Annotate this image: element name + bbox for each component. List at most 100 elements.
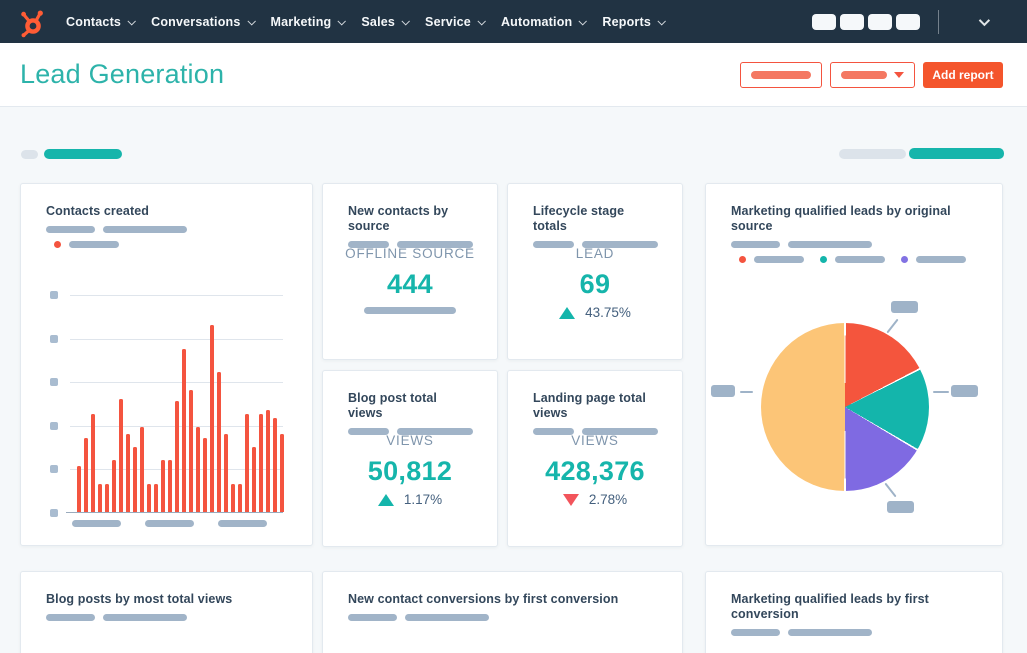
y-axis-tick-placeholders <box>50 291 58 517</box>
delta-percent: 43.75% <box>585 305 631 320</box>
arrow-up-icon <box>377 493 394 506</box>
bar <box>273 418 277 512</box>
nav-item-sales[interactable]: Sales <box>361 14 410 29</box>
toolbar-icon[interactable] <box>812 13 836 30</box>
lead-generation-dashboard: Contacts Conversations Marketing Sales Servi… <box>0 0 1027 653</box>
header-actions: Add report <box>740 61 1003 88</box>
nav-item-label: Sales <box>361 14 396 29</box>
bar <box>189 389 193 512</box>
page-header: Lead Generation Add report <box>0 43 1027 107</box>
card-title: New contacts by source <box>348 204 449 233</box>
delta-percent: 1.17% <box>403 492 443 507</box>
caret-down-icon <box>894 71 904 78</box>
legend-dot <box>820 256 827 263</box>
add-report-button[interactable]: Add report <box>923 61 1003 88</box>
bar <box>147 483 151 512</box>
chevron-down-icon <box>401 16 410 26</box>
card-title: Marketing qualified leads by original so… <box>731 204 951 233</box>
card-subtitle-placeholder <box>46 226 288 233</box>
card-contacts-created: Contacts created <box>20 183 313 546</box>
card-title: Marketing qualified leads by first conve… <box>731 592 929 621</box>
bar <box>98 483 102 512</box>
date-filter-pill[interactable] <box>44 149 122 159</box>
button-label-placeholder <box>841 70 887 79</box>
bar <box>203 437 207 512</box>
contacts-created-bar-chart <box>66 294 284 513</box>
card-title: Contacts created <box>46 204 150 218</box>
filter-action-pill[interactable] <box>909 148 1004 159</box>
pie-callout-line <box>884 482 897 498</box>
filter-placeholder-pill[interactable] <box>839 149 906 159</box>
bar <box>224 433 228 512</box>
stat-value: 69 <box>579 269 611 299</box>
legend-label-placeholder <box>754 256 804 263</box>
button-label-placeholder <box>751 70 811 79</box>
hubspot-logo-icon[interactable] <box>14 5 48 39</box>
chevron-down-icon <box>578 16 588 26</box>
y-axis-tick-placeholder <box>50 465 58 474</box>
nav-item-automation[interactable]: Automation <box>501 15 588 29</box>
bar <box>112 459 116 512</box>
pie-callout-label-placeholder <box>887 501 914 513</box>
nav-right-toolbar <box>808 9 1015 34</box>
y-axis-tick-placeholder <box>50 291 58 299</box>
nav-item-marketing[interactable]: Marketing <box>271 15 347 29</box>
stat-label: VIEWS <box>571 433 619 448</box>
toolbar-icon[interactable] <box>868 13 892 30</box>
subtitle-bar <box>46 614 95 621</box>
card-new-contacts-by-source: New contacts by source OFFLINE SOURCE 44… <box>322 183 498 360</box>
nav-item-service[interactable]: Service <box>425 15 486 29</box>
delta-percent: 2.78% <box>588 492 628 507</box>
mql-pie-chart <box>761 323 929 491</box>
toolbar-icon[interactable] <box>840 13 864 30</box>
nav-item-reports[interactable]: Reports <box>602 15 666 29</box>
bar <box>168 459 172 512</box>
legend-item <box>901 256 966 263</box>
bar-series <box>77 294 284 512</box>
nav-divider <box>938 9 939 34</box>
card-blog-posts-by-most-total-views: Blog posts by most total views <box>20 571 313 653</box>
bar <box>245 413 249 512</box>
page-title: Lead Generation <box>20 59 225 89</box>
dashboard-actions-dropdown[interactable] <box>830 61 915 88</box>
arrow-down-icon <box>562 493 579 506</box>
dashboard-action-button[interactable] <box>740 61 822 88</box>
pie-callout-label-placeholder <box>891 301 918 313</box>
pie-chart-legend <box>739 256 978 263</box>
subtitle-bar <box>731 629 780 636</box>
legend-item <box>739 256 804 263</box>
nav-item-label: Conversations <box>151 14 241 29</box>
subtitle-bar <box>348 614 397 621</box>
bar <box>91 413 95 512</box>
stat-value: 444 <box>387 269 433 299</box>
stat-delta: 1.17% <box>323 492 497 507</box>
filter-placeholder-pill[interactable] <box>21 150 38 159</box>
stat-delta: 43.75% <box>508 305 682 320</box>
nav-item-conversations[interactable]: Conversations <box>151 14 256 29</box>
toolbar-icon[interactable] <box>896 13 920 30</box>
nav-item-contacts[interactable]: Contacts <box>66 15 137 29</box>
legend-label-placeholder <box>916 256 966 263</box>
y-axis-tick-placeholder <box>50 509 58 517</box>
subtitle-bar <box>46 226 95 233</box>
subtitle-bar <box>788 241 872 248</box>
stat-label: LEAD <box>575 246 615 261</box>
account-chevron-down-icon[interactable] <box>978 14 991 26</box>
subtitle-bar <box>103 226 187 233</box>
bar <box>238 483 242 512</box>
bar <box>119 398 123 512</box>
card-subtitle-placeholder <box>731 241 978 248</box>
x-axis-tick-placeholder <box>72 520 121 527</box>
y-axis-tick-placeholder <box>50 378 58 387</box>
card-lifecycle-stage-totals: Lifecycle stage totals LEAD 69 43.75% <box>507 183 683 360</box>
arrow-up-icon <box>559 306 576 319</box>
subtitle-bar <box>103 614 187 621</box>
card-landing-page-total-views: Landing page total views VIEWS 428,376 2… <box>507 370 683 547</box>
card-subtitle-placeholder <box>46 614 288 621</box>
bar <box>84 437 88 512</box>
bar <box>196 426 200 512</box>
card-blog-post-total-views: Blog post total views VIEWS 50,812 1.17% <box>322 370 498 547</box>
card-title: Blog posts by most total views <box>46 592 233 606</box>
bar <box>280 433 284 512</box>
pie-callout-label-placeholder <box>711 385 735 397</box>
